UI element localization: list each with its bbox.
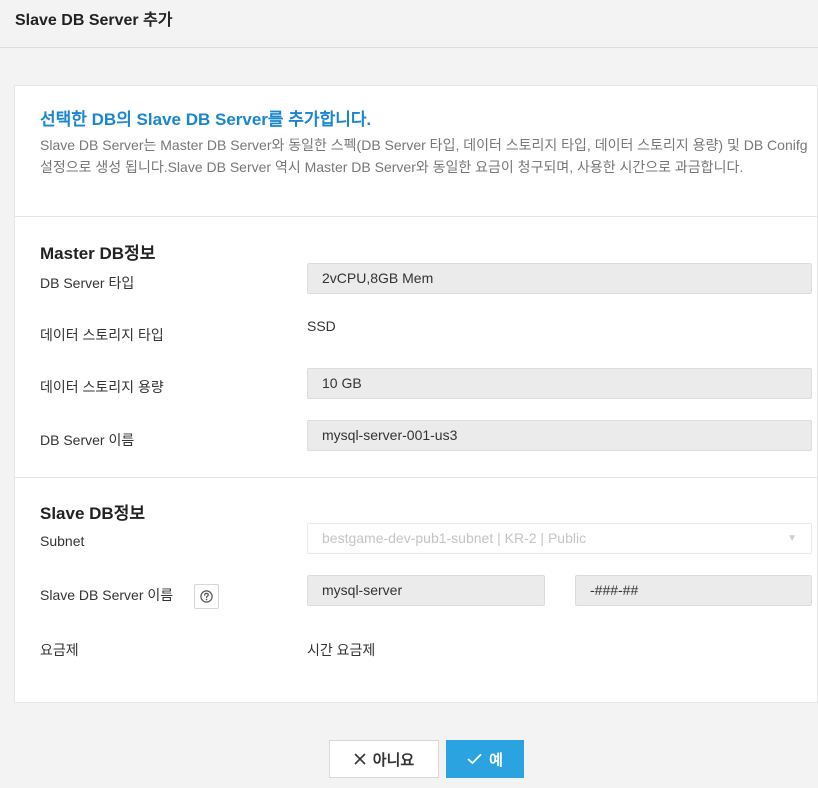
caret-down-icon: ▼ [787, 533, 797, 544]
master-storage-size-field: 10 GB [307, 368, 812, 399]
subnet-select-value: bestgame-dev-pub1-subnet | KR-2 | Public [322, 530, 587, 546]
slave-server-name-prefix-input[interactable]: mysql-server [307, 575, 545, 606]
intro-title: 선택한 DB의 Slave DB Server를 추가합니다. [40, 110, 372, 129]
master-server-type-field: 2vCPU,8GB Mem [307, 263, 812, 294]
close-icon [354, 753, 366, 765]
master-server-name-field: mysql-server-001-us3 [307, 420, 812, 451]
master-storage-type-label: 데이터 스토리지 타입 [40, 327, 164, 343]
check-icon [467, 753, 482, 765]
question-circle-icon[interactable] [194, 584, 219, 609]
pricing-label: 요금제 [40, 642, 79, 658]
master-server-name-label: DB Server 이름 [40, 432, 135, 448]
master-storage-type-value: SSD [307, 318, 336, 334]
dialog-title: Slave DB Server 추가 [15, 12, 173, 29]
dialog-content-panel: 선택한 DB의 Slave DB Server를 추가합니다. Slave DB… [14, 85, 818, 703]
slave-server-name-suffix-field: -###-## [575, 575, 812, 606]
section-divider [15, 216, 817, 217]
master-server-type-label: DB Server 타입 [40, 275, 135, 291]
pricing-value: 시간 요금제 [307, 642, 376, 658]
yes-button-label: 예 [489, 751, 503, 769]
dialog-header: Slave DB Server 추가 [0, 0, 818, 48]
no-button-label: 아니요 [372, 751, 415, 769]
master-storage-size-label: 데이터 스토리지 용량 [40, 379, 164, 395]
slave-section-title: Slave DB정보 [40, 504, 145, 523]
master-section-title: Master DB정보 [40, 244, 156, 263]
slave-server-name-label: Slave DB Server 이름 [40, 587, 174, 603]
question-circle-icon-graphic [200, 590, 213, 603]
subnet-label: Subnet [40, 533, 85, 549]
section-divider [15, 477, 817, 478]
intro-description: Slave DB Server는 Master DB Server와 동일한 스… [40, 137, 808, 175]
no-button[interactable]: 아니요 [329, 740, 439, 778]
yes-button[interactable]: 예 [446, 740, 524, 778]
subnet-select[interactable]: bestgame-dev-pub1-subnet | KR-2 | Public… [307, 523, 812, 554]
